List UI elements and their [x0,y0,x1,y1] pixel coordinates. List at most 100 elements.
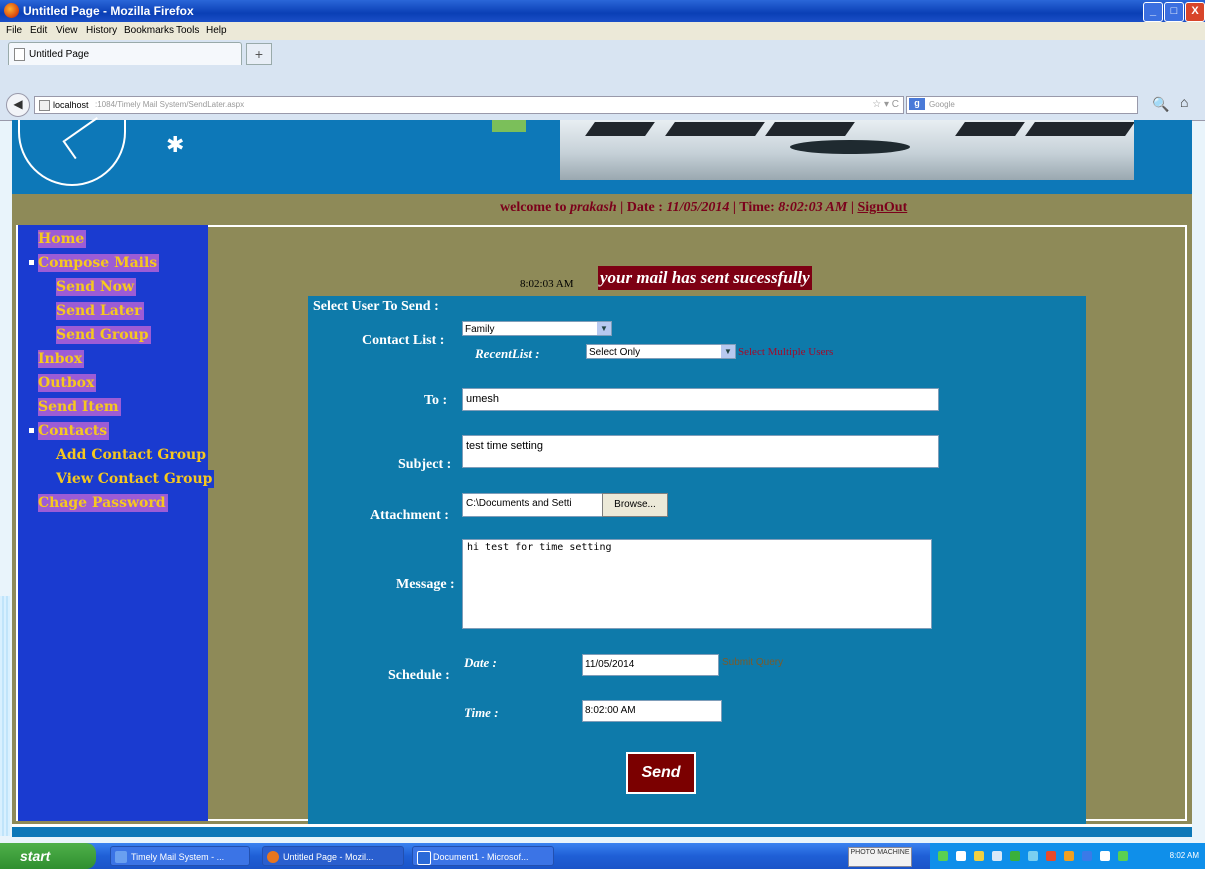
sidebar-item-view-contact-group[interactable]: View Contact Group [56,470,215,488]
taskbar-item-firefox[interactable]: Untitled Page - Mozil... [262,846,404,866]
tray-icon[interactable] [1028,851,1038,861]
message-label: Message : [396,577,455,592]
tray-icon[interactable] [992,851,1002,861]
message-textarea[interactable]: hi test for time setting [462,539,932,629]
tab-untitled-page[interactable]: Untitled Page [8,42,242,65]
expand-bullet-icon[interactable] [29,260,34,265]
star-icon: ✱ [166,132,185,157]
desktop-edge [0,596,10,836]
search-bar[interactable]: g Google [906,96,1138,114]
taskbar-item-label: Untitled Page - Mozil... [283,852,374,862]
system-tray: 8:02 AM [930,843,1205,869]
menu-help[interactable]: Help [206,25,227,36]
menu-edit[interactable]: Edit [30,25,47,36]
sidebar-item-change-password[interactable]: Chage Password [38,494,168,512]
submit-query-button[interactable]: Submit Query [722,657,783,668]
recent-list-hint: Select Multiple Users [738,346,834,358]
photo-shape [1025,122,1134,136]
window-title: Untitled Page - Mozilla Firefox [23,4,194,18]
tray-icon[interactable] [956,851,966,861]
clock-hand [64,117,98,142]
tray-icon[interactable] [974,851,984,861]
address-bar[interactable]: localhost :1084/Timely Mail System/SendL… [34,96,904,114]
close-button[interactable]: X [1185,2,1205,22]
recent-list-label: RecentList : [475,346,540,361]
attachment-field[interactable]: C:\Documents and Setti [462,493,603,517]
menu-history[interactable]: History [86,25,117,36]
welcome-prefix: welcome to [500,200,567,215]
navigation-bar: ◀ localhost :1084/Timely Mail System/Sen… [0,84,1205,121]
word-icon [417,851,431,865]
subject-label: Subject : [398,457,452,472]
clock-hand [62,140,77,160]
menu-view[interactable]: View [56,25,78,36]
signout-link[interactable]: SignOut [857,200,907,215]
bookmark-reload-icons[interactable]: ☆ ▾ C [872,99,899,110]
sidebar-item-outbox[interactable]: Outbox [38,374,97,392]
form-heading: Select User To Send : [313,299,439,314]
taskbar: start Timely Mail System - ... Untitled … [0,843,1205,869]
menu-file[interactable]: File [6,25,22,36]
recent-list-value: Select Only [589,347,641,358]
date-field[interactable]: 11/05/2014 [582,654,719,676]
username: prakash [569,200,617,215]
contact-list-select[interactable]: Family ▼ [462,321,612,336]
sidebar-item-inbox[interactable]: Inbox [38,350,85,368]
taskbar-item-word[interactable]: Document1 - Microsof... [412,846,554,866]
recent-list-select[interactable]: Select Only ▼ [586,344,736,359]
sidebar-item-send-group[interactable]: Send Group [56,326,151,344]
menu-tools[interactable]: Tools [176,25,199,36]
start-button[interactable]: start [0,843,96,869]
tray-icon[interactable] [1118,851,1128,861]
tab-label: Untitled Page [29,49,90,60]
photo-shape [665,122,765,136]
time-field[interactable]: 8:02:00 AM [582,700,722,722]
minimize-button[interactable]: _ [1143,2,1163,22]
photo-machine-icon[interactable]: PHOTO MACHINE [848,847,912,867]
url-host: localhost [53,100,89,110]
time-label: | Time: [732,200,775,215]
taskbar-item-label: Document1 - Microsof... [433,852,529,862]
search-placeholder: Google [929,100,955,109]
maximize-button[interactable]: □ [1164,2,1184,22]
menu-bookmarks[interactable]: Bookmarks [124,25,174,36]
page-icon [14,48,25,61]
browse-button[interactable]: Browse... [602,493,668,517]
current-date: 11/05/2014 [666,200,730,215]
tray-icon[interactable] [1046,851,1056,861]
back-arrow-icon[interactable]: ◀ [6,93,30,117]
tray-icon[interactable] [1064,851,1074,861]
chevron-down-icon[interactable]: ▼ [721,345,735,358]
firefox-icon [267,851,279,863]
taskbar-item-timely-mail[interactable]: Timely Mail System - ... [110,846,250,866]
google-icon[interactable]: g [909,98,925,110]
banner-photo [560,120,1134,180]
chevron-down-icon[interactable]: ▼ [597,322,611,335]
sidebar-item-send-item[interactable]: Send Item [38,398,121,416]
expand-bullet-icon[interactable] [29,428,34,433]
sidebar-item-home[interactable]: Home [38,230,87,248]
footer-band [12,827,1192,837]
banner-decoration [492,120,526,132]
tray-icon[interactable] [938,851,948,861]
tray-icon[interactable] [1010,851,1020,861]
date-label: | Date : [620,200,663,215]
home-icon[interactable]: ⌂ [1180,94,1188,110]
tray-icon[interactable] [1100,851,1110,861]
success-message: your mail has sent sucessfully [598,266,812,290]
tray-icon[interactable] [1082,851,1092,861]
attachment-label: Attachment : [370,508,449,523]
to-field[interactable]: umesh [462,388,939,411]
sidebar-item-send-later[interactable]: Send Later [56,302,144,320]
magnifier-icon[interactable]: 🔍 [1152,96,1169,113]
date-label: Date : [464,655,497,670]
sidebar-item-contacts[interactable]: Contacts [38,422,110,440]
sidebar-item-send-now[interactable]: Send Now [56,278,137,296]
new-tab-button[interactable]: + [246,43,272,65]
sidebar-item-add-contact-group[interactable]: Add Contact Group [56,446,209,464]
tab-bar: Untitled Page + [0,40,1205,85]
to-label: To : [424,393,448,408]
subject-field[interactable]: test time setting [462,435,939,468]
send-button[interactable]: Send [626,752,696,794]
sidebar-item-compose-mails[interactable]: Compose Mails [38,254,160,272]
